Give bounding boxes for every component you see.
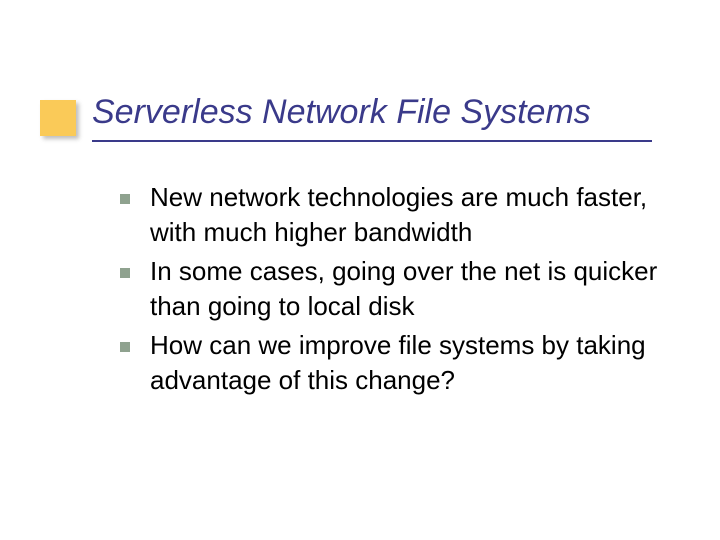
list-item: How can we improve file systems by takin… [120, 328, 660, 398]
bullet-square-icon [120, 342, 130, 352]
accent-square-icon [40, 100, 76, 136]
slide-body: New network technologies are much faster… [120, 180, 660, 403]
bullet-text: How can we improve file systems by takin… [150, 328, 660, 398]
bullet-square-icon [120, 268, 130, 278]
title-underline [92, 140, 652, 142]
list-item: In some cases, going over the net is qui… [120, 254, 660, 324]
slide: Serverless Network File Systems New netw… [0, 0, 720, 540]
bullet-text: In some cases, going over the net is qui… [150, 254, 660, 324]
list-item: New network technologies are much faster… [120, 180, 660, 250]
bullet-text: New network technologies are much faster… [150, 180, 660, 250]
bullet-square-icon [120, 194, 130, 204]
slide-title: Serverless Network File Systems [92, 92, 690, 133]
